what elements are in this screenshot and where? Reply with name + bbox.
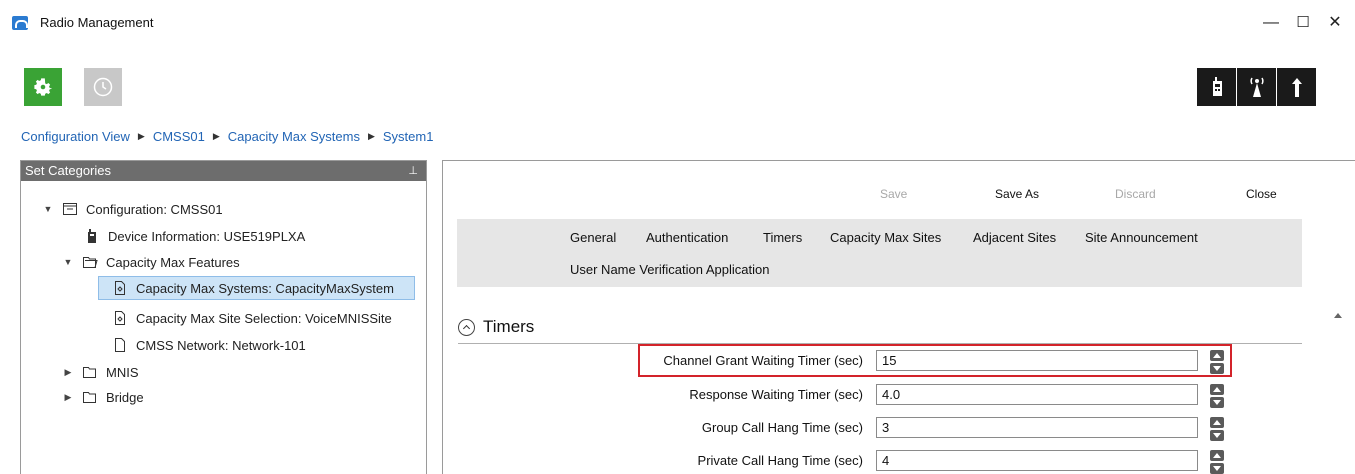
breadcrumb-separator-icon: ▶ (212, 130, 220, 141)
blank-document-icon (112, 337, 128, 353)
scroll-up-arrow-icon[interactable] (1334, 313, 1342, 318)
tab-authentication[interactable]: Authentication (646, 230, 728, 245)
breadcrumb-separator-icon: ▶ (367, 130, 375, 141)
spin-down-icon[interactable] (1210, 397, 1224, 408)
configuration-gear-button[interactable] (24, 68, 62, 106)
tree-item-label: MNIS (106, 364, 139, 380)
group-call-hang-time-spinner[interactable] (1210, 417, 1224, 441)
configuration-icon (62, 201, 78, 217)
tree-item-capacity-max-site-selection[interactable]: Capacity Max Site Selection: VoiceMNISSi… (112, 306, 392, 330)
tree-item-label: Capacity Max Site Selection: VoiceMNISSi… (136, 310, 392, 326)
expanded-arrow-icon[interactable]: ▼ (42, 204, 54, 214)
radio-tower-icon (1250, 77, 1264, 97)
collapse-icon[interactable] (458, 318, 475, 336)
private-call-hang-time-label: Private Call Hang Time (sec) (697, 453, 863, 468)
tree-item-label: Bridge (106, 389, 144, 405)
tree-item-device-information[interactable]: Device Information: USE519PLXA (80, 224, 305, 248)
folder-icon (82, 389, 98, 405)
tree-item-configuration[interactable]: ▼ Configuration: CMSS01 (42, 197, 223, 221)
folder-icon (82, 364, 98, 380)
save-button[interactable]: Save (880, 187, 907, 201)
spin-down-icon[interactable] (1210, 363, 1224, 374)
breadcrumb-system1[interactable]: System1 (383, 129, 434, 144)
response-waiting-timer-label: Response Waiting Timer (sec) (689, 387, 863, 402)
spin-up-icon[interactable] (1210, 417, 1224, 428)
discard-button[interactable]: Discard (1115, 187, 1156, 201)
tree-item-label: Configuration: CMSS01 (86, 201, 223, 217)
history-button[interactable] (84, 68, 122, 106)
tab-user-name-verification-application[interactable]: User Name Verification Application (570, 262, 769, 277)
document-icon (112, 280, 128, 296)
document-icon (112, 310, 128, 326)
tree-item-label: Capacity Max Features (106, 254, 240, 270)
channel-grant-waiting-timer-input[interactable]: 15 (876, 350, 1198, 371)
private-call-hang-time-spinner[interactable] (1210, 450, 1224, 474)
title-bar: Radio Management — ☐ ✕ (0, 0, 1355, 48)
minimize-button[interactable]: — (1256, 10, 1286, 36)
tree-item-capacity-max-systems[interactable]: Capacity Max Systems: CapacityMaxSystem (98, 276, 415, 300)
tree-item-label: CMSS Network: Network-101 (136, 337, 306, 353)
tree-item-label: Capacity Max Systems: CapacityMaxSystem (136, 280, 394, 296)
window-title: Radio Management (40, 15, 154, 30)
private-call-hang-time-input[interactable]: 4 (876, 450, 1198, 471)
breadcrumb-configuration-view[interactable]: Configuration View (21, 129, 130, 144)
folder-open-icon (82, 254, 98, 270)
breadcrumb-capacity-max-systems[interactable]: Capacity Max Systems (228, 129, 360, 144)
breadcrumb-separator-icon: ▶ (137, 130, 145, 141)
spin-up-icon[interactable] (1210, 384, 1224, 395)
save-as-button[interactable]: Save As (995, 187, 1039, 201)
device-button[interactable] (1196, 68, 1236, 106)
close-window-button[interactable]: ✕ (1320, 10, 1350, 36)
tree-item-mnis[interactable]: ▶ MNIS (62, 360, 139, 384)
tree-item-bridge[interactable]: ▶ Bridge (62, 385, 144, 409)
tree-item-cmss-network[interactable]: CMSS Network: Network-101 (112, 333, 306, 357)
spin-up-icon[interactable] (1210, 450, 1224, 461)
tree-item-label: Device Information: USE519PLXA (108, 228, 306, 244)
gear-icon (34, 78, 52, 96)
device-icon (84, 228, 100, 244)
channel-grant-waiting-timer-label: Channel Grant Waiting Timer (sec) (663, 353, 863, 368)
section-title: Timers (483, 317, 535, 336)
breadcrumb-cmss01[interactable]: CMSS01 (153, 129, 205, 144)
response-waiting-timer-input[interactable]: 4.0 (876, 384, 1198, 405)
app-icon (12, 16, 28, 30)
collapsed-arrow-icon[interactable]: ▶ (62, 367, 74, 378)
panel-header: Set Categories ⊥ (21, 161, 426, 181)
breadcrumb: Configuration View ▶ CMSS01 ▶ Capacity M… (21, 127, 433, 145)
upload-button[interactable] (1276, 68, 1316, 106)
group-call-hang-time-label: Group Call Hang Time (sec) (701, 420, 863, 435)
maximize-button[interactable]: ☐ (1288, 10, 1318, 36)
radio-device-icon (1213, 77, 1222, 96)
spin-down-icon[interactable] (1210, 430, 1224, 441)
expanded-arrow-icon[interactable]: ▼ (62, 257, 74, 267)
response-waiting-timer-spinner[interactable] (1210, 384, 1224, 408)
channel-grant-waiting-timer-spinner[interactable] (1210, 350, 1224, 374)
tree-item-capacity-max-features[interactable]: ▼ Capacity Max Features (62, 250, 240, 274)
tab-timers[interactable]: Timers (763, 230, 802, 245)
group-call-hang-time-input[interactable]: 3 (876, 417, 1198, 438)
antenna-up-icon (1292, 78, 1302, 97)
timers-section-header[interactable]: Timers (458, 313, 534, 341)
tab-adjacent-sites[interactable]: Adjacent Sites (973, 230, 1056, 245)
collapsed-arrow-icon[interactable]: ▶ (62, 392, 74, 403)
tab-site-announcement[interactable]: Site Announcement (1085, 230, 1198, 245)
tab-capacity-max-sites[interactable]: Capacity Max Sites (830, 230, 941, 245)
close-button[interactable]: Close (1246, 187, 1277, 201)
clock-icon (93, 77, 113, 97)
panel-title: Set Categories (25, 163, 111, 178)
pin-icon[interactable]: ⊥ (408, 161, 418, 181)
tower-button[interactable] (1236, 68, 1276, 106)
tab-general[interactable]: General (570, 230, 616, 245)
spin-down-icon[interactable] (1210, 463, 1224, 474)
spin-up-icon[interactable] (1210, 350, 1224, 361)
